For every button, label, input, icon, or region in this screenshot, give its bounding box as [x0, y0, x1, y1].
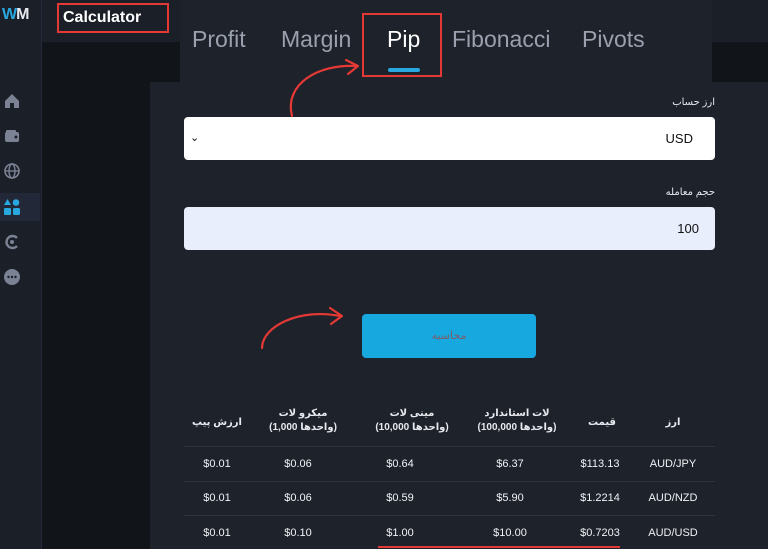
cell-mini-lot: $1.00: [386, 527, 414, 539]
account-currency-value: USD: [665, 131, 693, 146]
chevron-down-icon: ⌄: [190, 132, 200, 144]
account-currency-select[interactable]: ⌄ USD: [184, 117, 715, 160]
cell-micro-lot: $0.06: [284, 492, 312, 504]
table-divider: [184, 446, 715, 447]
calculate-button[interactable]: محاسبه: [362, 314, 536, 358]
account-currency-label: ارز حساب: [672, 97, 715, 108]
col-header-price: قیمت: [588, 417, 616, 428]
trade-volume-label: حجم معامله: [665, 187, 715, 198]
apps-icon[interactable]: [3, 198, 21, 216]
trade-volume-input[interactable]: 100: [184, 207, 715, 250]
table-divider: [184, 515, 715, 516]
app-title: Calculator: [57, 3, 169, 33]
table-divider: [184, 481, 715, 482]
col-header-pip-value: ارزش پیپ: [192, 417, 242, 428]
cell-micro-lot: $0.10: [284, 527, 312, 539]
col-header-mini-lot-title: مینی لات: [389, 408, 435, 419]
globe-icon[interactable]: [3, 162, 21, 180]
col-header-mini-lot-sub: (واحدها 10,000): [375, 422, 449, 433]
cell-currency: AUD/JPY: [649, 458, 697, 470]
cell-currency: AUD/NZD: [648, 492, 698, 504]
home-icon[interactable]: [3, 92, 21, 110]
cell-micro-lot: $0.06: [284, 458, 312, 470]
col-header-micro-lot-title: میکرو لات: [278, 408, 328, 419]
col-header-standard-lot: لات استاندارد (واحدها 100,000): [462, 407, 572, 435]
col-header-standard-lot-sub: (واحدها 100,000): [477, 422, 557, 433]
cell-mini-lot: $0.59: [386, 492, 414, 504]
wallet-icon[interactable]: [3, 127, 21, 145]
cell-standard-lot: $10.00: [493, 527, 527, 539]
cell-price: $1.2214: [580, 492, 620, 504]
copy-trade-icon[interactable]: [3, 233, 21, 251]
cell-currency: AUD/USD: [648, 527, 698, 539]
trade-volume-value: 100: [677, 221, 699, 236]
col-header-micro-lot: میکرو لات (واحدها 1,000): [248, 407, 358, 435]
left-rail: WM: [0, 0, 42, 549]
logo: WM: [2, 6, 29, 24]
tab-fibonacci[interactable]: Fibonacci: [452, 26, 550, 53]
tab-pivots[interactable]: Pivots: [582, 26, 645, 53]
cell-pip-value: $0.01: [203, 458, 231, 470]
more-icon[interactable]: [3, 268, 21, 286]
tab-margin[interactable]: Margin: [281, 26, 351, 53]
cell-standard-lot: $6.37: [496, 458, 524, 470]
col-header-micro-lot-sub: (واحدها 1,000): [269, 422, 337, 433]
cell-pip-value: $0.01: [203, 527, 231, 539]
cell-standard-lot: $5.90: [496, 492, 524, 504]
col-header-mini-lot: مینی لات (واحدها 10,000): [357, 407, 467, 435]
app-window: WM Calculator Profit Margin Pip Fibonacc…: [0, 0, 768, 549]
cell-pip-value: $0.01: [203, 492, 231, 504]
cell-mini-lot: $0.64: [386, 458, 414, 470]
col-header-currency: ارز: [665, 417, 681, 428]
col-header-standard-lot-title: لات استاندارد: [484, 408, 550, 419]
tab-profit[interactable]: Profit: [192, 26, 246, 53]
logo-m: M: [16, 6, 29, 23]
cell-price: $0.7203: [580, 527, 620, 539]
logo-w: W: [2, 6, 17, 23]
tab-highlight-box: [362, 13, 442, 77]
cell-price: $113.13: [580, 458, 620, 470]
